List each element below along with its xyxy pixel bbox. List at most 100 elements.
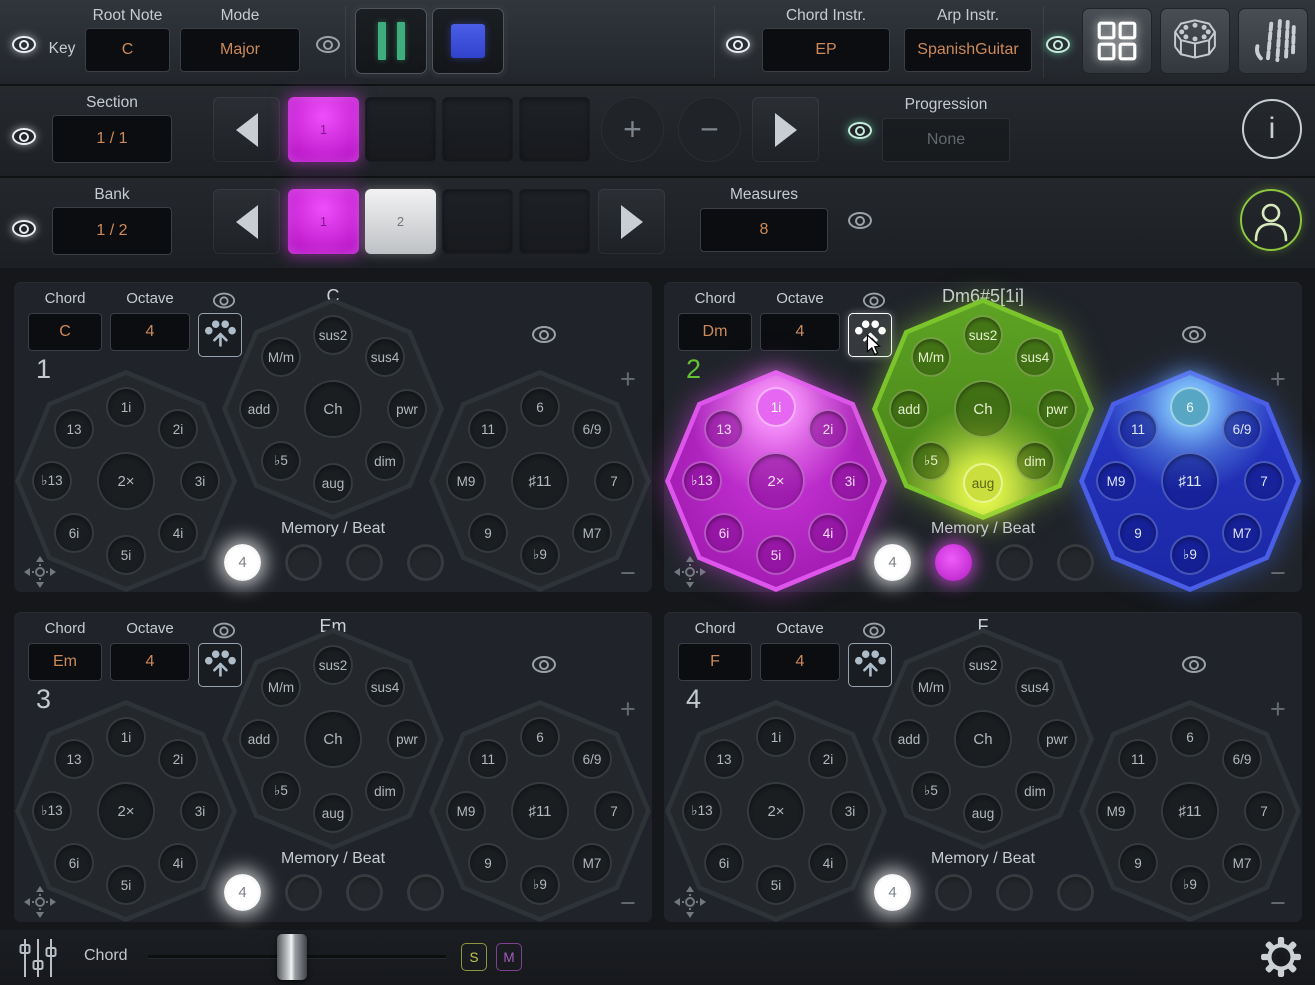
panel-right-eye-icon[interactable]	[1182, 656, 1206, 673]
extension-left-button[interactable]: M9	[446, 461, 486, 501]
section-next-button[interactable]	[752, 97, 819, 162]
extension-left-button[interactable]: M9	[1096, 791, 1136, 831]
inversion-top-button[interactable]: 1i	[106, 387, 146, 427]
quality-right-button[interactable]: pwr	[1037, 389, 1077, 429]
bank-pad-3[interactable]	[442, 189, 513, 254]
bank-prev-button[interactable]	[213, 189, 280, 254]
transport-visibility-eye-icon[interactable]	[316, 36, 340, 53]
section-add-button[interactable]: +	[601, 97, 664, 162]
move-handle-icon[interactable]	[22, 884, 58, 920]
quality-left-button[interactable]: add	[889, 719, 929, 759]
quality-upper-right-button[interactable]: sus4	[365, 667, 405, 707]
inversion-top-button[interactable]: 1i	[106, 717, 146, 757]
drum-pads-view-button[interactable]	[1160, 8, 1230, 74]
section-pad-4[interactable]	[519, 97, 590, 162]
arp-instr-field[interactable]: SpanishGuitar	[904, 28, 1032, 72]
key-visibility-eye-icon[interactable]	[12, 36, 36, 53]
extension-upper-left-button[interactable]: 11	[1118, 739, 1158, 779]
quality-lower-left-button[interactable]: ♭5	[911, 771, 951, 811]
extension-center-button[interactable]: ♯11	[511, 452, 569, 510]
bank-pad-4[interactable]	[519, 189, 590, 254]
inversion-lower-left-button[interactable]: 6i	[54, 513, 94, 553]
chord-field[interactable]: F	[678, 643, 752, 681]
quality-left-button[interactable]: add	[239, 719, 279, 759]
settings-gear-icon[interactable]	[1260, 936, 1302, 978]
inversion-center-button[interactable]: 2×	[747, 452, 805, 510]
extension-lower-right-button[interactable]: M7	[1222, 513, 1262, 553]
grid-view-button[interactable]	[1082, 8, 1152, 74]
inversion-bottom-button[interactable]: 5i	[756, 865, 796, 905]
inversion-left-button[interactable]: ♭13	[682, 461, 722, 501]
mixer-icon[interactable]	[18, 936, 58, 980]
panel-add-button[interactable]: +	[620, 364, 636, 395]
memory-slot-1[interactable]: 4	[874, 874, 911, 911]
mute-button[interactable]: M	[496, 943, 522, 971]
inversion-top-button[interactable]: 1i	[756, 387, 796, 427]
extension-right-button[interactable]: 7	[1244, 461, 1284, 501]
inversion-left-button[interactable]: ♭13	[32, 461, 72, 501]
octave-field[interactable]: 4	[760, 643, 840, 681]
section-counter-field[interactable]: 1 / 1	[52, 115, 172, 163]
panel-right-eye-icon[interactable]	[1182, 326, 1206, 343]
quality-upper-left-button[interactable]: M/m	[911, 337, 951, 377]
inversion-top-button[interactable]: 1i	[756, 717, 796, 757]
inversion-upper-right-button[interactable]: 2i	[808, 409, 848, 449]
extension-bottom-button[interactable]: ♭9	[1170, 865, 1210, 905]
progression-field[interactable]: None	[882, 118, 1010, 162]
views-visibility-eye-icon[interactable]	[1046, 36, 1070, 53]
quality-lower-left-button[interactable]: ♭5	[261, 771, 301, 811]
extension-lower-left-button[interactable]: 9	[468, 513, 508, 553]
extension-lower-right-button[interactable]: M7	[1222, 843, 1262, 883]
panel-right-eye-icon[interactable]	[532, 656, 556, 673]
strum-view-button[interactable]	[1238, 8, 1308, 74]
panel-add-button[interactable]: +	[1270, 364, 1286, 395]
octave-field[interactable]: 4	[110, 313, 190, 351]
extension-bottom-button[interactable]: ♭9	[1170, 535, 1210, 575]
inversion-right-button[interactable]: 3i	[830, 791, 870, 831]
extension-upper-right-button[interactable]: 6/9	[1222, 409, 1262, 449]
extension-top-button[interactable]: 6	[520, 717, 560, 757]
octave-field[interactable]: 4	[110, 643, 190, 681]
pause-button[interactable]	[355, 8, 427, 74]
quality-lower-right-button[interactable]: dim	[365, 771, 405, 811]
memory-slot-3[interactable]	[346, 874, 383, 911]
section-pad-1[interactable]: 1	[288, 97, 359, 162]
quality-top-button[interactable]: sus2	[963, 315, 1003, 355]
quality-lower-right-button[interactable]: dim	[365, 441, 405, 481]
inversion-upper-left-button[interactable]: 13	[54, 739, 94, 779]
extension-center-button[interactable]: ♯11	[1161, 452, 1219, 510]
quality-lower-left-button[interactable]: ♭5	[911, 441, 951, 481]
extension-upper-left-button[interactable]: 11	[468, 409, 508, 449]
inversion-upper-left-button[interactable]: 13	[54, 409, 94, 449]
bank-next-button[interactable]	[598, 189, 665, 254]
inversion-lower-left-button[interactable]: 6i	[704, 513, 744, 553]
measures-field[interactable]: 8	[700, 208, 828, 252]
extension-right-button[interactable]: 7	[594, 791, 634, 831]
quality-upper-left-button[interactable]: M/m	[911, 667, 951, 707]
quality-center-button[interactable]: Ch	[954, 710, 1012, 768]
extension-lower-left-button[interactable]: 9	[468, 843, 508, 883]
inversion-bottom-button[interactable]: 5i	[756, 535, 796, 575]
stop-button[interactable]	[432, 8, 504, 74]
mode-field[interactable]: Major	[180, 28, 300, 72]
quality-lower-left-button[interactable]: ♭5	[261, 441, 301, 481]
extension-left-button[interactable]: M9	[446, 791, 486, 831]
section-visibility-eye-icon[interactable]	[12, 128, 36, 145]
inversion-bottom-button[interactable]: 5i	[106, 865, 146, 905]
inversion-center-button[interactable]: 2×	[747, 782, 805, 840]
extension-upper-right-button[interactable]: 6/9	[1222, 739, 1262, 779]
quality-bottom-button[interactable]: aug	[313, 793, 353, 833]
panel-add-button[interactable]: +	[620, 694, 636, 725]
memory-slot-1[interactable]: 4	[874, 544, 911, 581]
memory-slot-3[interactable]	[996, 874, 1033, 911]
quality-upper-right-button[interactable]: sus4	[1015, 337, 1055, 377]
quality-left-button[interactable]: add	[239, 389, 279, 429]
user-button[interactable]	[1240, 189, 1302, 251]
inversion-upper-left-button[interactable]: 13	[704, 409, 744, 449]
memory-slot-2[interactable]	[285, 544, 322, 581]
quality-top-button[interactable]: sus2	[313, 315, 353, 355]
solo-button[interactable]: S	[461, 943, 487, 971]
extension-lower-right-button[interactable]: M7	[572, 843, 612, 883]
panel-remove-button[interactable]: −	[620, 558, 636, 589]
extension-bottom-button[interactable]: ♭9	[520, 865, 560, 905]
